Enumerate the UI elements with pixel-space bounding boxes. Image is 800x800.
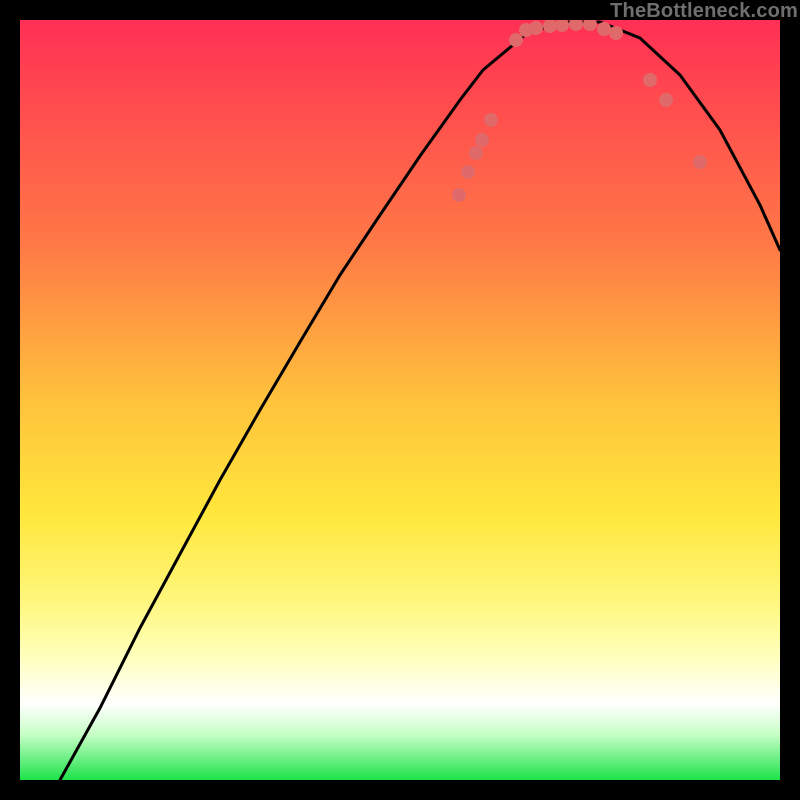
chart-background-gradient [20,20,780,780]
chart-frame [20,20,780,780]
